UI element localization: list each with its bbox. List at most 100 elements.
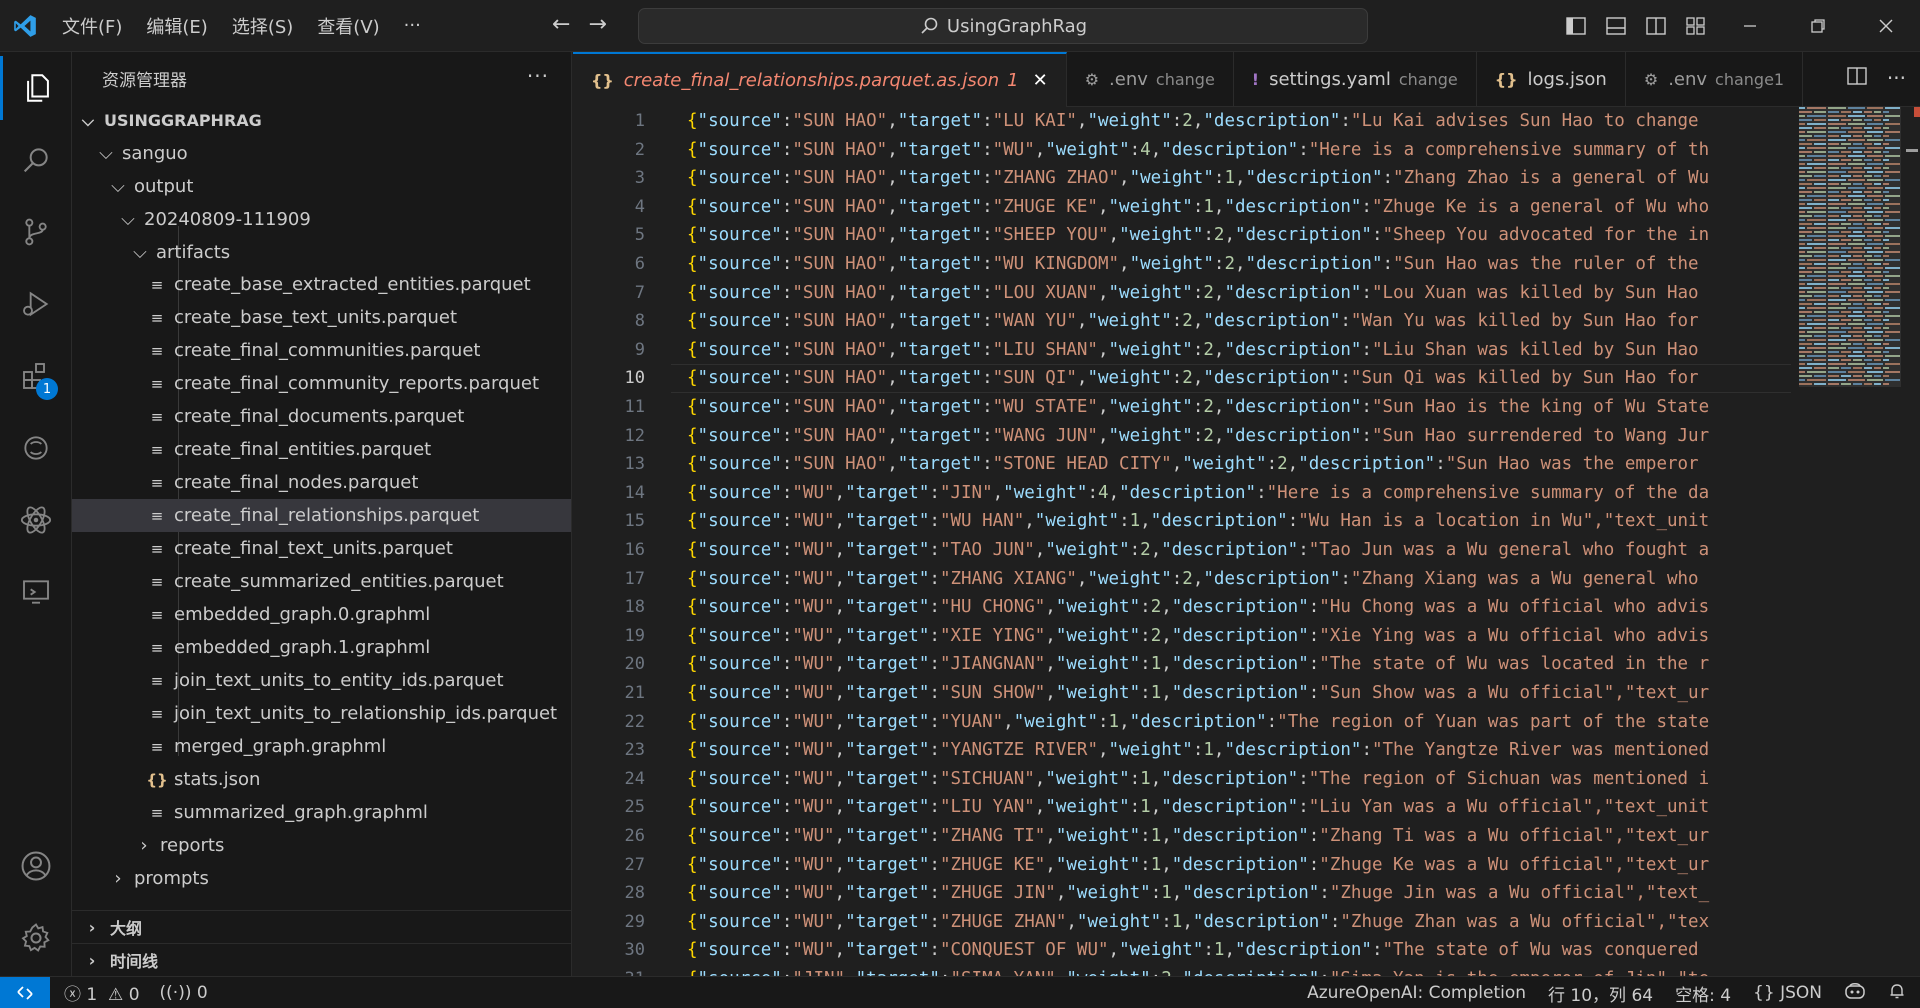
code-line[interactable]: {"source":"WU","target":"ZHUGE KE","weig… xyxy=(687,851,1709,880)
code-line[interactable]: {"source":"SUN HAO","target":"LIU SHAN",… xyxy=(687,336,1699,365)
code-line[interactable]: {"source":"SUN HAO","target":"SHEEP YOU"… xyxy=(687,221,1709,250)
code-line[interactable]: {"source":"JIN","target":"SIMA YAN","wei… xyxy=(687,965,1709,976)
code-line[interactable]: {"source":"SUN HAO","target":"LU KAI","w… xyxy=(687,107,1699,136)
tree-file[interactable]: ≡ create_final_nodes.parquet xyxy=(72,466,571,499)
code-line[interactable]: {"source":"WU","target":"SUN SHOW","weig… xyxy=(687,679,1709,708)
code-line[interactable]: {"source":"WU","target":"SICHUAN","weigh… xyxy=(687,765,1709,794)
tree-root-usinggraphrag[interactable]: ⌵ USINGGRAPHRAG xyxy=(72,104,571,137)
tab-env[interactable]: ⚙ .env change xyxy=(1067,52,1234,107)
code-line[interactable]: {"source":"WU","target":"ZHUGE JIN","wei… xyxy=(687,879,1709,908)
tree-file[interactable]: ≡ join_text_units_to_relationship_ids.par… xyxy=(72,697,571,730)
extensions-icon[interactable]: 1 xyxy=(0,344,72,408)
accounts-icon[interactable] xyxy=(0,834,72,898)
close-window-icon[interactable] xyxy=(1852,18,1920,34)
copilot-icon[interactable] xyxy=(1844,982,1866,1005)
forward-arrow-icon[interactable]: → xyxy=(588,12,606,37)
code-line[interactable]: {"source":"SUN HAO","target":"ZHANG ZHAO… xyxy=(687,164,1709,193)
code-line[interactable]: {"source":"SUN HAO","target":"WU","weigh… xyxy=(687,136,1709,165)
command-center-search[interactable]: UsingGraphRag xyxy=(638,8,1368,44)
close-icon[interactable]: ✕ xyxy=(1033,70,1048,91)
remote-explorer-icon[interactable] xyxy=(0,416,72,480)
remote-indicator[interactable] xyxy=(0,976,50,1008)
tree-file[interactable]: ≡ create_base_text_units.parquet xyxy=(72,301,571,334)
tab-logs-json[interactable]: {} logs.json xyxy=(1477,52,1626,107)
tab-env-2[interactable]: ⚙ .env change1 xyxy=(1626,52,1804,107)
tree-folder-sanguo[interactable]: ⌵ sanguo xyxy=(72,137,571,170)
code-line[interactable]: {"source":"WU","target":"JIANGNAN","weig… xyxy=(687,650,1709,679)
code-line[interactable]: {"source":"SUN HAO","target":"STONE HEAD… xyxy=(687,450,1699,479)
code-line[interactable]: {"source":"WU","target":"ZHUGE ZHAN","we… xyxy=(687,908,1709,937)
tab-create-final-relationships[interactable]: {} create_final_relationships.parquet.as… xyxy=(573,52,1067,107)
code-line[interactable]: {"source":"SUN HAO","target":"WAN YU","w… xyxy=(687,307,1699,336)
search-view-icon[interactable] xyxy=(0,128,72,192)
tree-folder-output[interactable]: ⌵ output xyxy=(72,170,571,203)
provider-status[interactable]: AzureOpenAI: Completion xyxy=(1307,983,1526,1003)
tree-file[interactable]: ≡ create_base_extracted_entities.parquet xyxy=(72,268,571,301)
menu-more[interactable]: ··· xyxy=(392,0,433,52)
tree-file[interactable]: ≡ create_final_documents.parquet xyxy=(72,400,571,433)
customize-layout-icon[interactable] xyxy=(1676,17,1716,35)
react-icon[interactable] xyxy=(0,488,72,552)
settings-gear-icon[interactable] xyxy=(0,906,72,970)
code-line[interactable]: {"source":"SUN HAO","target":"ZHUGE KE",… xyxy=(687,193,1709,222)
vertical-scrollbar[interactable] xyxy=(1906,107,1920,976)
restore-window-icon[interactable] xyxy=(1784,18,1852,34)
tree-file[interactable]: ≡ merged_graph.graphml xyxy=(72,730,571,763)
menu-view[interactable]: 查看(V) xyxy=(305,0,391,52)
menu-selection[interactable]: 选择(S) xyxy=(220,0,305,52)
code-lines[interactable]: {"source":"SUN HAO","target":"LU KAI","w… xyxy=(671,107,1791,976)
code-line[interactable]: {"source":"WU","target":"WU HAN","weight… xyxy=(687,507,1709,536)
language-mode[interactable]: {} JSON xyxy=(1753,983,1822,1003)
source-control-icon[interactable] xyxy=(0,200,72,264)
code-line[interactable]: {"source":"SUN HAO","target":"LOU XUAN",… xyxy=(687,279,1699,308)
timeline-section[interactable]: › 时间线 xyxy=(72,943,571,976)
tree-folder-prompts[interactable]: › prompts xyxy=(72,862,571,895)
outline-section[interactable]: › 大纲 xyxy=(72,910,571,943)
tree-folder-artifacts[interactable]: ⌵ artifacts xyxy=(72,236,571,269)
code-line[interactable]: {"source":"SUN HAO","target":"SUN QI","w… xyxy=(687,364,1699,393)
code-editor[interactable]: 1 2 3 4 5 6 7 8 9 10 11 12 13 14 15 16 17 18 19 20 21 22 23 24 2… xyxy=(573,107,1920,976)
code-line[interactable]: {"source":"WU","target":"HU CHONG","weig… xyxy=(687,593,1709,622)
code-line[interactable]: {"source":"SUN HAO","target":"WANG JUN",… xyxy=(687,422,1709,451)
run-debug-icon[interactable] xyxy=(0,272,72,336)
indentation[interactable]: 空格: 4 xyxy=(1675,981,1731,1006)
tab-settings-yaml[interactable]: ! settings.yaml change xyxy=(1234,52,1477,107)
code-line[interactable]: {"source":"WU","target":"YANGTZE RIVER",… xyxy=(687,736,1709,765)
ports-indicator[interactable]: ((·)) 0 xyxy=(160,983,208,1003)
explorer-more-actions[interactable]: ··· xyxy=(527,64,549,88)
toggle-primary-sidebar-icon[interactable] xyxy=(1556,17,1596,35)
tree-file[interactable]: ≡ join_text_units_to_entity_ids.parquet xyxy=(72,664,571,697)
tree-file[interactable]: ≡ create_final_entities.parquet xyxy=(72,433,571,466)
toggle-panel-icon[interactable] xyxy=(1596,17,1636,35)
toggle-secondary-sidebar-icon[interactable] xyxy=(1636,17,1676,35)
tree-file[interactable]: ≡ create_final_communities.parquet xyxy=(72,334,571,367)
minimize-window-icon[interactable] xyxy=(1716,18,1784,34)
problems-indicator[interactable]: ⓧ 1 ⚠ 0 xyxy=(64,980,140,1005)
editor-more-actions-icon[interactable]: ··· xyxy=(1887,66,1906,91)
tree-file[interactable]: ≡ embedded_graph.1.graphml xyxy=(72,631,571,664)
tree-file[interactable]: ≡ embedded_graph.0.graphml xyxy=(72,598,571,631)
minimap[interactable] xyxy=(1791,107,1901,976)
tree-file[interactable]: ≡ summarized_graph.graphml xyxy=(72,796,571,829)
notifications-bell-icon[interactable] xyxy=(1888,982,1906,1005)
tree-file-selected[interactable]: ≡ create_final_relationships.parquet xyxy=(72,499,571,532)
code-line[interactable]: {"source":"WU","target":"JIN","weight":4… xyxy=(687,479,1709,508)
code-line[interactable]: {"source":"WU","target":"CONQUEST OF WU"… xyxy=(687,936,1699,965)
code-line[interactable]: {"source":"WU","target":"LIU YAN","weigh… xyxy=(687,793,1709,822)
code-line[interactable]: {"source":"WU","target":"YUAN","weight":… xyxy=(687,708,1709,737)
menu-edit[interactable]: 编辑(E) xyxy=(134,0,219,52)
tree-folder-reports[interactable]: › reports xyxy=(72,829,571,862)
tree-file[interactable]: {} stats.json xyxy=(72,763,571,796)
tree-file[interactable]: ≡ create_final_text_units.parquet xyxy=(72,532,571,565)
explorer-icon[interactable] xyxy=(0,56,72,120)
split-editor-icon[interactable] xyxy=(1847,66,1867,91)
tree-folder-run[interactable]: ⌵ 20240809-111909 xyxy=(72,203,571,236)
code-line[interactable]: {"source":"WU","target":"ZHANG TI","weig… xyxy=(687,822,1709,851)
tree-file[interactable]: ≡ create_summarized_entities.parquet xyxy=(72,565,571,598)
code-line[interactable]: {"source":"WU","target":"ZHANG XIANG","w… xyxy=(687,565,1699,594)
code-line[interactable]: {"source":"WU","target":"TAO JUN","weigh… xyxy=(687,536,1709,565)
menu-file[interactable]: 文件(F) xyxy=(50,0,134,52)
code-line[interactable]: {"source":"SUN HAO","target":"WU STATE",… xyxy=(687,393,1709,422)
tree-file[interactable]: ≡ create_final_community_reports.parquet xyxy=(72,367,571,400)
code-line[interactable]: {"source":"WU","target":"XIE YING","weig… xyxy=(687,622,1709,651)
